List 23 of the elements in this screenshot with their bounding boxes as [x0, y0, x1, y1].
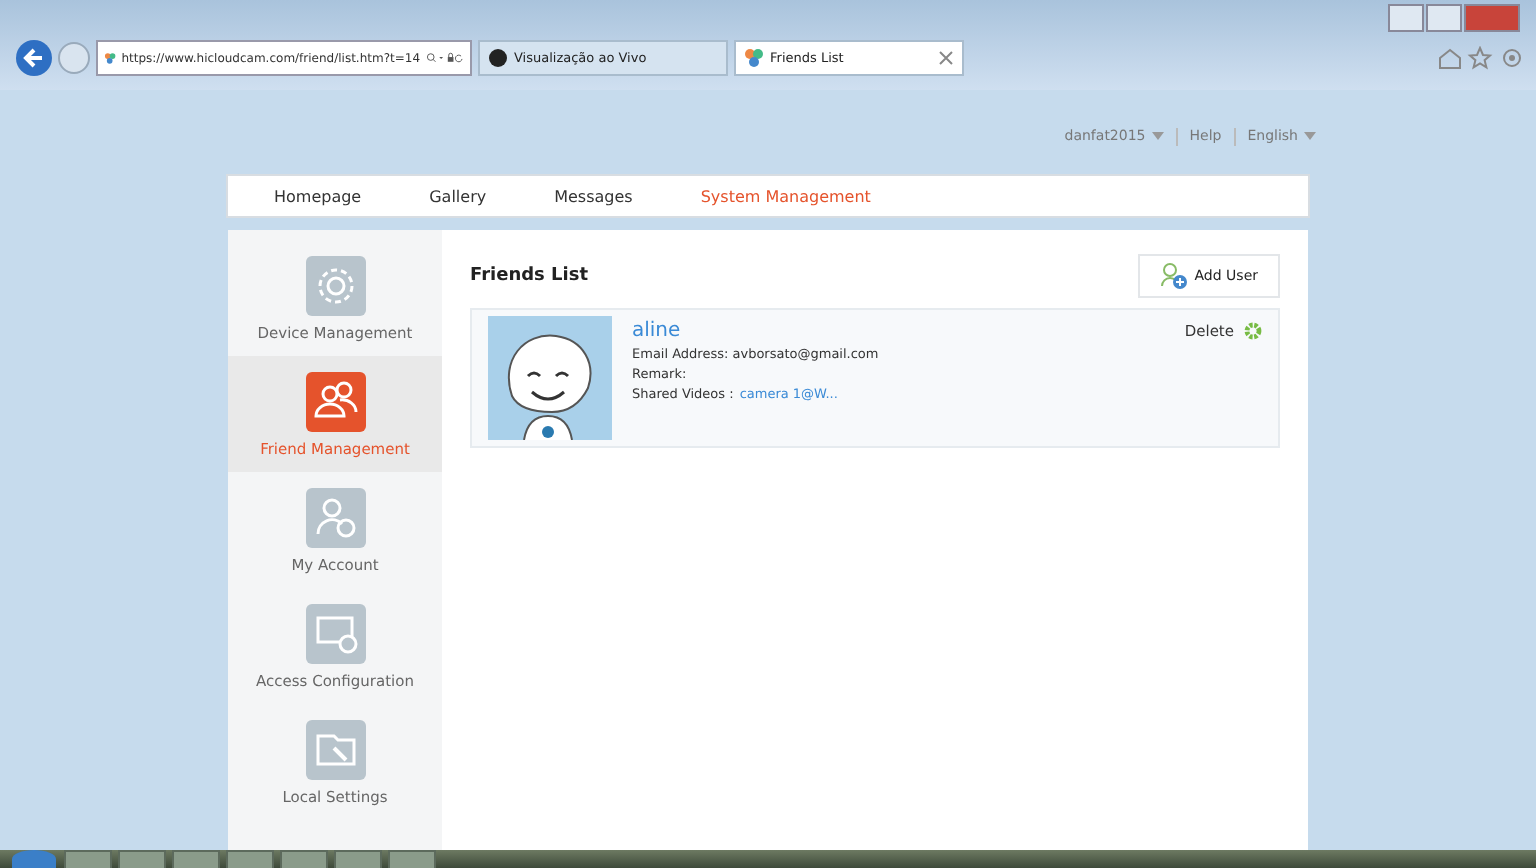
back-arrow-icon	[22, 46, 46, 70]
caret-icon	[1304, 132, 1316, 140]
taskbar-app-icon[interactable]	[118, 849, 166, 868]
add-user-icon	[1160, 262, 1189, 290]
caret-icon	[1151, 132, 1164, 140]
nav-item[interactable]: Messages	[554, 187, 633, 205]
back-button[interactable]	[16, 40, 52, 76]
nav-item[interactable]: Gallery	[429, 187, 487, 205]
taskbar-app-icon[interactable]	[64, 849, 112, 868]
toolbar-icons-drawing	[1436, 46, 1524, 70]
taskbar-app-icon[interactable]	[172, 849, 220, 868]
close-icon	[938, 50, 954, 66]
friend-name[interactable]: aline	[632, 320, 1165, 342]
start-button[interactable]	[12, 850, 56, 868]
nav-item[interactable]: System Management	[700, 187, 871, 205]
cartoon-avatar-drawing	[488, 316, 612, 440]
taskbar-app-icon[interactable]	[226, 849, 274, 868]
tab-favicon-icon	[744, 48, 764, 68]
section-title: Friends List	[470, 266, 589, 286]
tab-favicon-icon	[488, 48, 508, 68]
nav-item[interactable]: Homepage	[274, 187, 362, 205]
window-controls-icon[interactable]	[1388, 4, 1520, 28]
gear-icon	[1244, 321, 1262, 339]
